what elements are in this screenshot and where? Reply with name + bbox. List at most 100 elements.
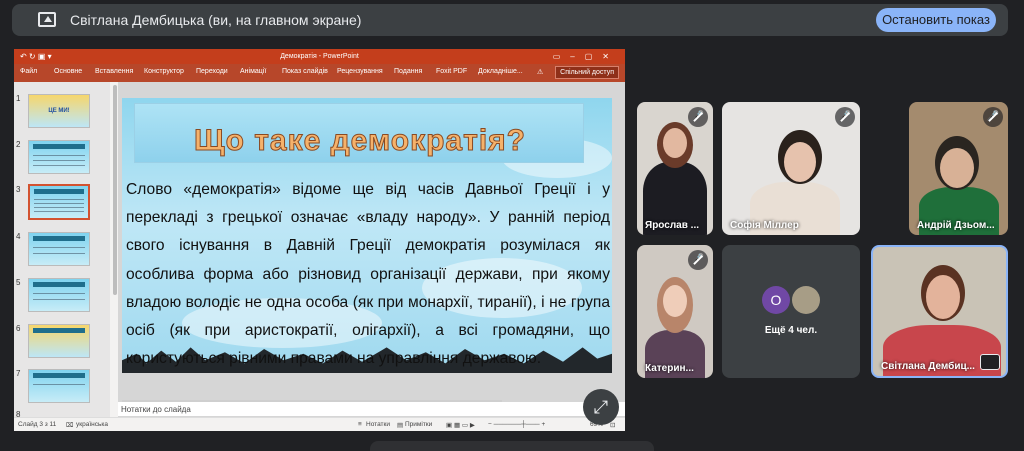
thumb-text-line <box>34 199 84 200</box>
slide-thumb-5[interactable] <box>28 278 90 312</box>
notes-icon: ≡ <box>358 421 362 428</box>
muted-mic-icon: 🎤 <box>835 107 855 127</box>
quick-access-icons[interactable]: ↶ ↻ ▣ ▾ <box>20 49 52 64</box>
thumb-text-line <box>33 253 85 254</box>
thumb-text-line <box>33 165 85 166</box>
powerpoint-window: ↶ ↻ ▣ ▾ Демократія - PowerPoint ▭–▢✕ Фай… <box>14 49 625 431</box>
present-screen-icon <box>38 12 56 27</box>
zoom-slider[interactable]: − ──────┼─── + <box>488 421 545 428</box>
window-controls[interactable]: ▭–▢✕ <box>553 49 619 64</box>
slide-counter: Слайд 3 з 11 <box>18 421 57 428</box>
thumb-text-line <box>33 299 85 300</box>
thumb-title-bar <box>33 328 85 333</box>
participant-name: Андрій Дзьом... <box>917 220 995 231</box>
thumb-title-bar <box>33 144 85 149</box>
participant-tile[interactable]: 🎤 Катерин... <box>637 245 713 378</box>
expand-icon[interactable]: ⤢ <box>583 389 619 425</box>
thumb-text-line <box>33 247 85 248</box>
tab-slideshow[interactable]: Показ слайдів <box>282 68 328 75</box>
slide-thumb-3-selected[interactable] <box>28 184 90 220</box>
warning-icon: ⚠ <box>537 69 544 76</box>
presentation-banner: Світлана Дембицька (ви, на главном экран… <box>12 4 1008 36</box>
spellcheck-icon[interactable]: ⌧ <box>66 421 74 429</box>
participant-name: Світлана Дембиц... <box>881 361 975 372</box>
tab-view[interactable]: Подання <box>394 68 422 75</box>
slide-title-banner: Що таке демократія? <box>134 103 584 163</box>
view-buttons[interactable]: ▣ ▦ ▭ ▶ <box>446 421 475 429</box>
slide-body-text: Слово «демократія» відоме ще від часів Д… <box>126 181 610 368</box>
ppt-titlebar: ↶ ↻ ▣ ▾ Демократія - PowerPoint ▭–▢✕ <box>14 49 625 64</box>
participant-avatar-photo <box>792 286 820 314</box>
ppt-window-title: Демократія - PowerPoint <box>280 53 359 60</box>
pin-self-icon[interactable] <box>980 354 1000 370</box>
thumb-title-bar <box>33 236 85 241</box>
person-face <box>663 285 687 317</box>
thumb-number: 6 <box>16 324 21 333</box>
tab-home[interactable]: Основне <box>54 68 82 75</box>
presenter-label: Світлана Дембицька (ви, на главном экран… <box>70 12 362 28</box>
muted-mic-icon: 🎤 <box>688 107 708 127</box>
person-face <box>784 142 816 182</box>
ribbon-tabs: Файл Основне Вставлення Конструктор Пере… <box>14 64 625 82</box>
stop-presenting-button[interactable]: Остановить показ <box>876 8 996 32</box>
thumb-number: 7 <box>16 369 21 378</box>
thumb-text-line <box>33 293 85 294</box>
slide-thumb-2[interactable] <box>28 140 90 174</box>
thumb-title-bar <box>33 282 85 287</box>
notes-toggle[interactable]: Нотатки <box>366 421 390 428</box>
comments-toggle[interactable]: Примітки <box>405 421 432 428</box>
thumb-title-bar <box>34 189 84 194</box>
slide-thumb-1[interactable]: ЦЕ МИ! <box>28 94 90 128</box>
slide-edit-area: Що таке демократія? Слово «демократія» в… <box>118 82 625 419</box>
more-participants-label: Ещё 4 чел. <box>764 325 818 336</box>
person-face <box>926 275 960 319</box>
slide-thumb-6[interactable] <box>28 324 90 358</box>
tab-design[interactable]: Конструктор <box>144 68 184 75</box>
bottom-toolbar[interactable] <box>370 441 654 451</box>
thumb-number: 3 <box>16 185 21 194</box>
thumb-number: 1 <box>16 94 21 103</box>
self-participant-tile[interactable]: Світлана Дембиц... <box>871 245 1008 378</box>
slide-thumbnails-pane: 1 ЦЕ МИ! 2 3 4 5 6 7 8 <box>14 82 110 419</box>
thumbnail-scrollbar[interactable] <box>113 85 117 295</box>
muted-mic-icon: 🎤 <box>983 107 1003 127</box>
thumb-number: 4 <box>16 232 21 241</box>
participant-name: Софія Міллер <box>730 220 799 231</box>
fit-slide-icon[interactable]: ⊡ <box>610 421 615 429</box>
tab-animations[interactable]: Анімації <box>240 68 266 75</box>
thumb-text-line <box>34 203 84 204</box>
slide-thumb-7[interactable] <box>28 369 90 403</box>
participant-tile[interactable]: 🎤 Софія Міллер <box>722 102 860 235</box>
tab-transitions[interactable]: Переходи <box>196 68 228 75</box>
tab-tellme[interactable]: Докладніше... <box>478 68 523 75</box>
thumb1-caption: ЦЕ МИ! <box>48 108 70 114</box>
tab-review[interactable]: Рецензування <box>337 68 383 75</box>
tab-insert[interactable]: Вставлення <box>95 68 133 75</box>
thumb-text-line <box>34 207 84 208</box>
participant-name: Ярослав ... <box>645 220 700 231</box>
tab-foxit[interactable]: Foxit PDF <box>436 68 467 75</box>
current-slide: Що таке демократія? Слово «демократія» в… <box>122 98 612 373</box>
thumb-text-line <box>33 384 85 385</box>
slide-thumb-4[interactable] <box>28 232 90 266</box>
status-bar: Слайд 3 з 11 ⌧ українська ≡ Нотатки ▤ Пр… <box>14 417 625 431</box>
thumb-title-bar <box>33 373 85 378</box>
notes-pane[interactable]: Нотатки до слайда <box>118 402 625 416</box>
share-button[interactable]: Спільний доступ <box>555 66 619 79</box>
thumb-text-line <box>33 155 85 156</box>
participant-tile[interactable]: 🎤 Ярослав ... <box>637 102 713 235</box>
thumb-text-line <box>33 160 85 161</box>
participant-name: Катерин... <box>645 363 694 374</box>
tab-file[interactable]: Файл <box>20 68 37 75</box>
muted-mic-icon: 🎤 <box>688 250 708 270</box>
person-face <box>940 148 974 188</box>
participant-tile[interactable]: 🎤 Андрій Дзьом... <box>909 102 1008 235</box>
thumb-number: 5 <box>16 278 21 287</box>
person-face <box>663 128 687 158</box>
language-label[interactable]: українська <box>76 421 108 428</box>
more-participants-tile[interactable]: O Ещё 4 чел. <box>722 245 860 378</box>
participant-avatar-letter: O <box>762 286 790 314</box>
slide-title: Що таке демократія? <box>194 124 526 158</box>
thumb-number: 2 <box>16 140 21 149</box>
comments-icon: ▤ <box>397 422 404 429</box>
